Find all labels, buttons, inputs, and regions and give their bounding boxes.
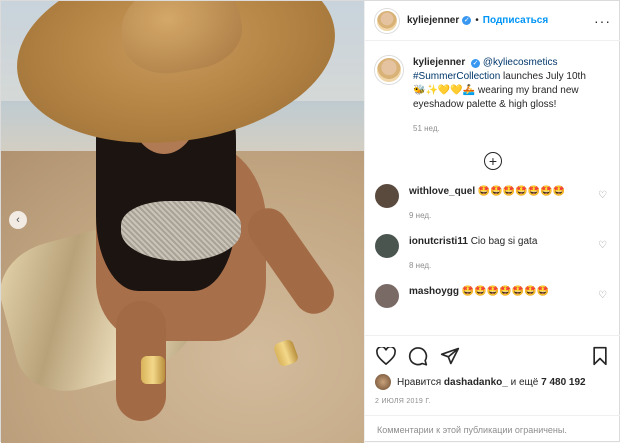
likes-user[interactable]: dashadanko_ <box>444 377 508 388</box>
verified-badge-icon: ✓ <box>471 59 481 68</box>
follow-button[interactable]: Подписаться <box>483 15 548 26</box>
avatar[interactable] <box>375 284 399 308</box>
heart-icon[interactable]: ♡ <box>598 290 607 301</box>
comment-body: withlove_quel 🤩🤩🤩🤩🤩🤩🤩 9 нед. <box>409 184 589 224</box>
comments-list[interactable]: kyliejenner ✓ @kyliecosmetics #SummerCol… <box>365 42 620 335</box>
action-icons <box>375 344 611 368</box>
comment-text: Cio bag si gata <box>470 236 538 247</box>
plus-circle-icon[interactable]: + <box>484 152 502 170</box>
photo-top <box>121 201 241 261</box>
bookmark-icon[interactable] <box>589 345 611 367</box>
photo-cuff-left <box>141 356 165 384</box>
comments-restricted-notice: Комментарии к этой публикации ограничены… <box>365 415 620 443</box>
comment-icon[interactable] <box>407 345 429 367</box>
avatar[interactable] <box>375 374 391 390</box>
chevron-left-icon[interactable]: ‹ <box>9 211 27 229</box>
likes-connector: и ещё <box>510 376 539 388</box>
avatar[interactable] <box>375 56 403 84</box>
post-header: kyliejenner ✓ • Подписаться ··· <box>365 1 620 41</box>
comment-username[interactable]: withlove_quel <box>409 186 475 197</box>
caption-launch-text: launches July 10th <box>503 71 586 82</box>
comment-body: mashoygg 🤩🤩🤩🤩🤩🤩🤩 <box>409 284 589 300</box>
caption-username[interactable]: kyliejenner <box>413 57 465 68</box>
comment-username[interactable]: mashoygg <box>409 286 459 297</box>
avatar[interactable] <box>375 234 399 258</box>
header-username[interactable]: kyliejenner <box>407 15 459 26</box>
share-icon[interactable] <box>439 345 461 367</box>
avatar[interactable] <box>375 8 399 33</box>
caption-mention[interactable]: @kyliecosmetics <box>483 57 558 68</box>
separator-dot: • <box>475 15 479 26</box>
comment-text: 🤩🤩🤩🤩🤩🤩🤩 <box>477 186 566 197</box>
caption-hashtag[interactable]: #SummerCollection <box>413 71 500 82</box>
load-more: + <box>375 152 611 170</box>
instagram-post: ‹ kyliejenner ✓ • Подписаться ··· kyliej… <box>0 0 620 443</box>
verified-badge-icon: ✓ <box>462 16 472 25</box>
likes-prefix: Нравится <box>397 376 442 388</box>
post-actions: Нравится dashadanko_ и ещё 7 480 192 2 И… <box>365 335 620 405</box>
comment-item: withlove_quel 🤩🤩🤩🤩🤩🤩🤩 9 нед. ♡ <box>375 184 611 224</box>
comment-body: ionutcristi11 Cio bag si gata 8 нед. <box>409 234 589 274</box>
comment-age[interactable]: 8 нед. <box>409 258 589 274</box>
more-options-icon[interactable]: ··· <box>594 13 611 29</box>
comment-item: ionutcristi11 Cio bag si gata 8 нед. ♡ <box>375 234 611 274</box>
avatar[interactable] <box>375 184 399 208</box>
caption: kyliejenner ✓ @kyliecosmetics #SummerCol… <box>375 56 611 136</box>
caption-emojis: 🐝✨💛💛🚣 <box>413 85 476 96</box>
heart-icon[interactable]: ♡ <box>598 240 607 251</box>
post-sidebar: kyliejenner ✓ • Подписаться ··· kyliejen… <box>364 1 620 443</box>
likes-count[interactable]: 7 480 192 <box>541 377 586 388</box>
comment-username[interactable]: ionutcristi11 <box>409 236 468 247</box>
heart-icon[interactable]: ♡ <box>598 190 607 201</box>
comment-age[interactable]: 9 нед. <box>409 208 589 224</box>
heart-icon[interactable] <box>375 345 397 367</box>
caption-text: kyliejenner ✓ @kyliecosmetics #SummerCol… <box>413 56 611 136</box>
comment-text: 🤩🤩🤩🤩🤩🤩🤩 <box>461 286 549 297</box>
likes-summary: Нравится dashadanko_ и ещё 7 480 192 <box>375 374 611 390</box>
comment-item: mashoygg 🤩🤩🤩🤩🤩🤩🤩 ♡ <box>375 284 611 308</box>
post-photo[interactable]: ‹ <box>1 1 364 443</box>
caption-age[interactable]: 51 нед. <box>413 122 611 136</box>
post-date[interactable]: 2 ИЮЛЯ 2019 Г. <box>375 398 611 405</box>
